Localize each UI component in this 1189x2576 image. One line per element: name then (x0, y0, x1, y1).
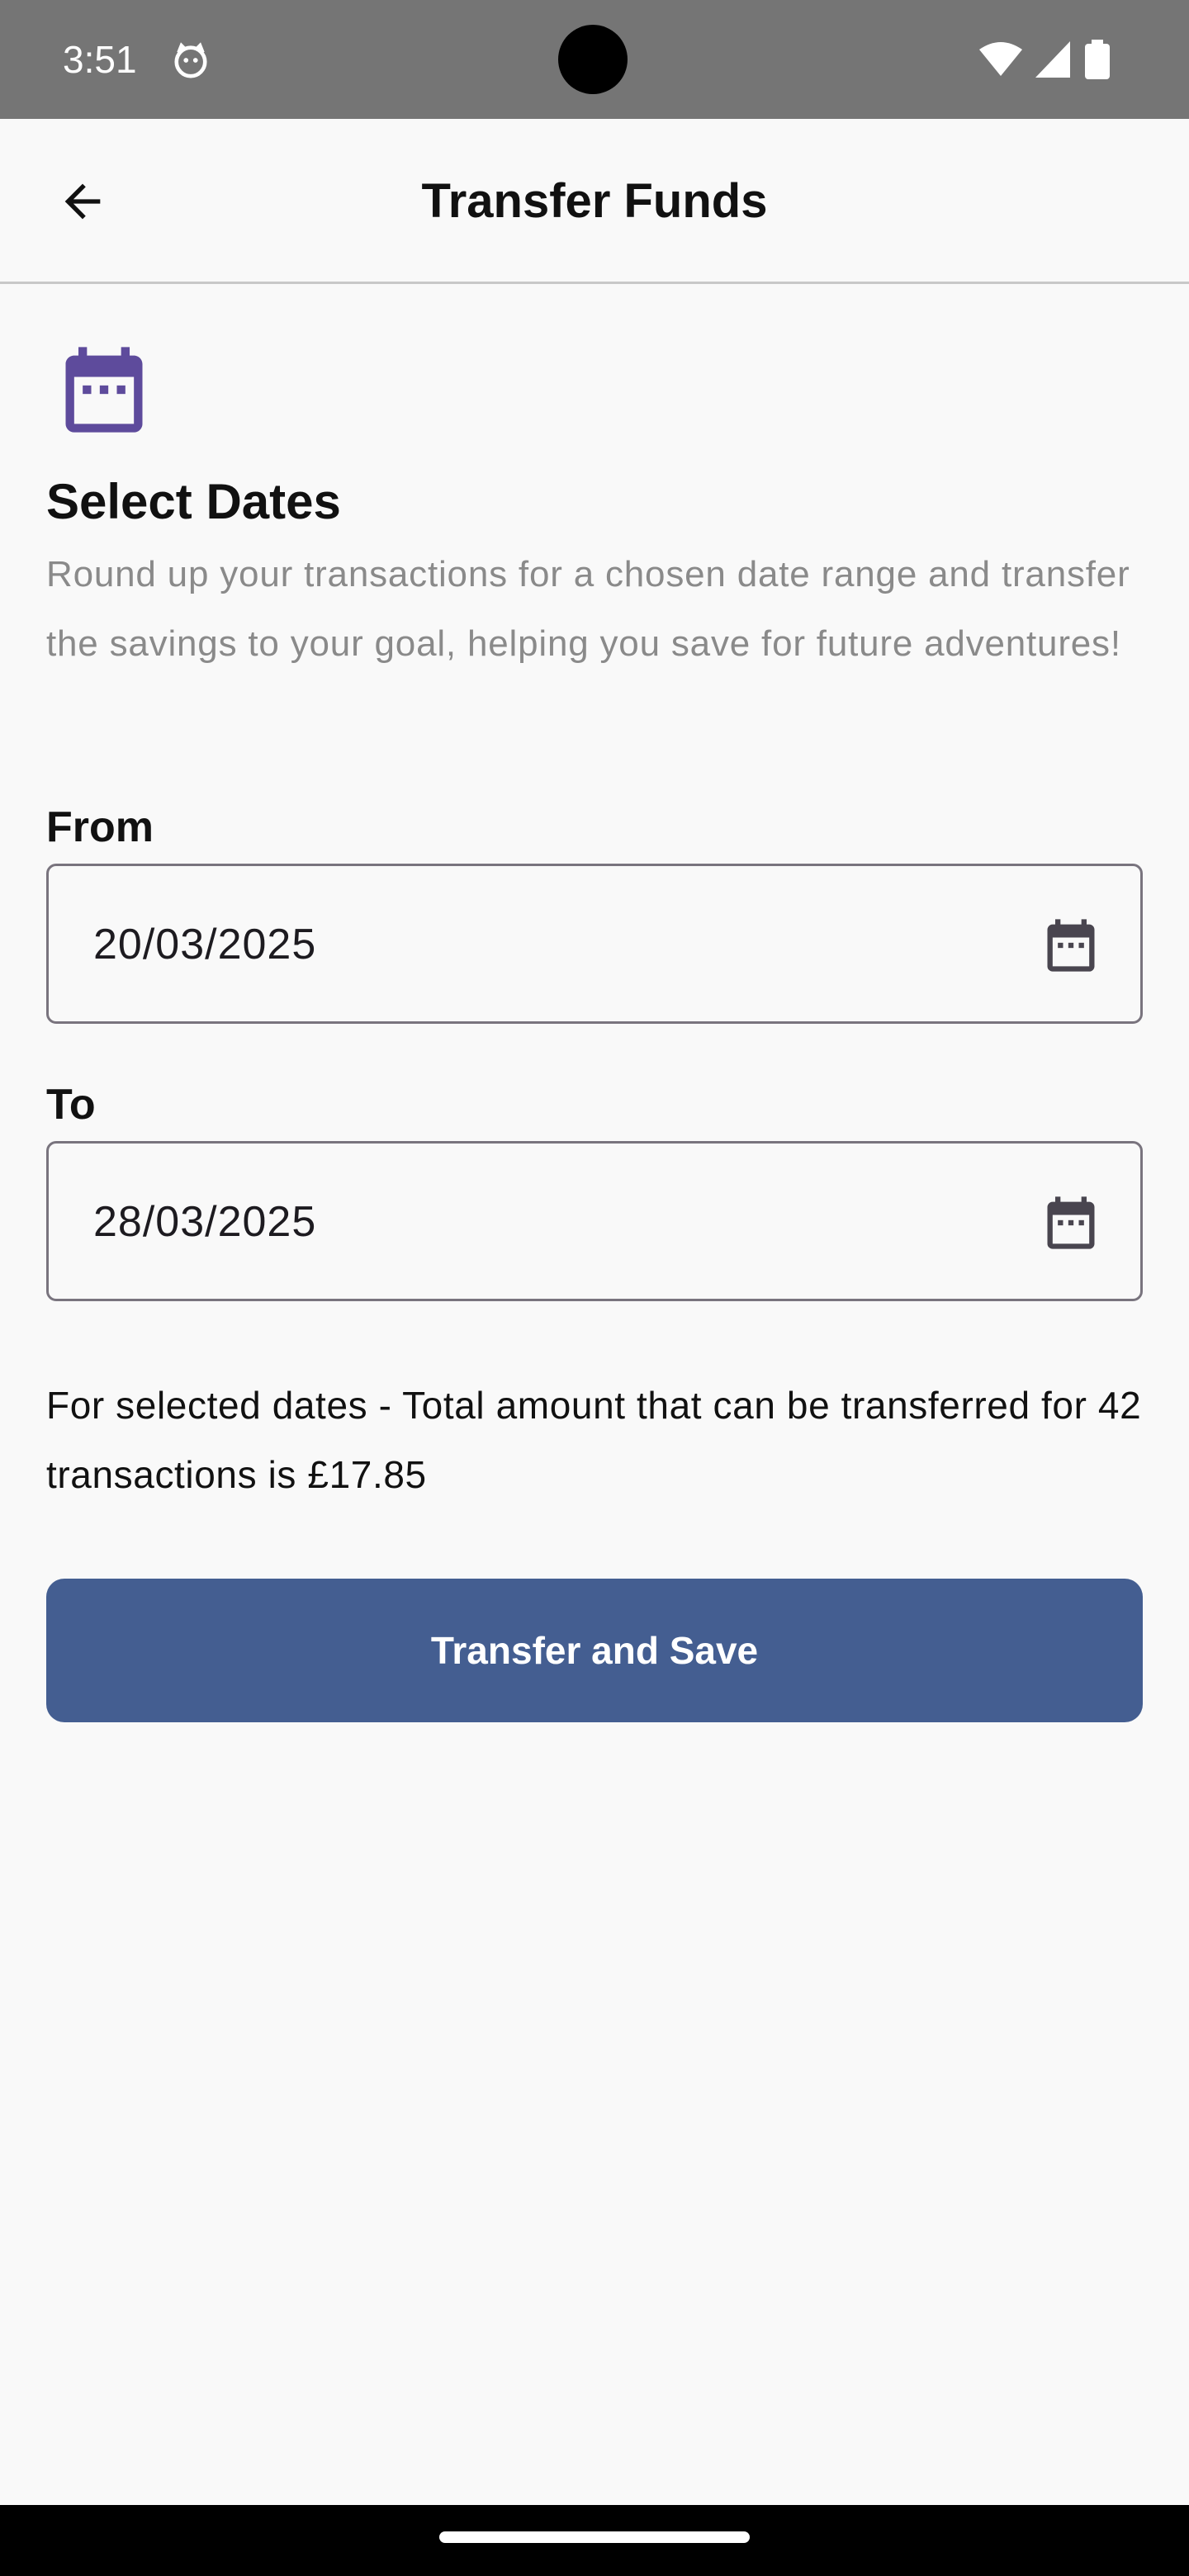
to-label: To (46, 1081, 96, 1129)
status-bar: 3:51 (0, 0, 1189, 119)
calendar-icon[interactable] (1040, 1191, 1102, 1254)
home-indicator[interactable] (439, 2531, 750, 2543)
camera-cutout (558, 25, 628, 94)
to-date-value: 28/03/2025 (93, 1198, 317, 1246)
calendar-icon (53, 339, 155, 441)
transfer-and-save-label: Transfer and Save (430, 1629, 759, 1672)
status-time: 3:51 (63, 38, 137, 81)
from-date-field[interactable]: 20/03/2025 (46, 864, 1143, 1024)
section-title: Select Dates (46, 474, 341, 529)
from-date-value: 20/03/2025 (93, 921, 317, 968)
system-nav-bar (0, 2505, 1189, 2576)
from-label: From (46, 803, 154, 851)
page-title: Transfer Funds (421, 174, 768, 228)
calendar-icon[interactable] (1040, 914, 1102, 977)
cat-face-icon (172, 41, 210, 79)
section-description: Round up your transactions for a chosen … (46, 554, 1130, 664)
signal-icon (1035, 41, 1070, 78)
app-bar: Transfer Funds (0, 119, 1189, 284)
battery-icon (1085, 40, 1110, 79)
wifi-icon (979, 41, 1022, 78)
transfer-and-save-button[interactable]: Transfer and Save (46, 1579, 1143, 1722)
transfer-summary: For selected dates - Total amount that c… (46, 1384, 1142, 1496)
to-date-field[interactable]: 28/03/2025 (46, 1141, 1143, 1301)
